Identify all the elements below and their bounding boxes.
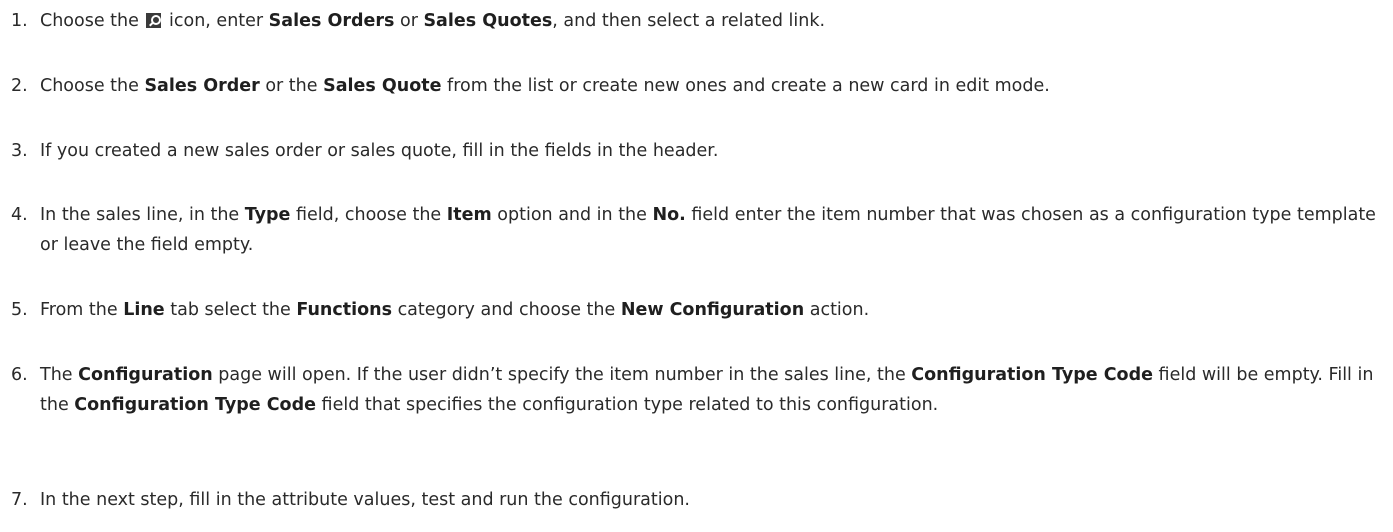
step-text: Choose the icon, enter Sales Orders or S…	[40, 11, 826, 31]
step-text: From the Line tab select the Functions c…	[40, 300, 870, 320]
step-text: In the sales line, in the Type field, ch…	[40, 205, 1376, 255]
step-1: 1. Choose the icon, enter Sales Orders o…	[0, 6, 1380, 36]
step-number: 7.	[11, 490, 28, 510]
step-text: If you created a new sales order or sale…	[40, 141, 719, 161]
search-icon	[146, 13, 162, 28]
step-number: 3.	[11, 141, 28, 161]
step-number: 1.	[11, 11, 28, 31]
step-text: The Configuration page will open. If the…	[40, 365, 1374, 415]
step-text: Choose the Sales Order or the Sales Quot…	[40, 76, 1050, 96]
step-7: 7. In the next step, fill in the attribu…	[0, 485, 1380, 515]
step-number: 6.	[11, 365, 28, 385]
step-number: 2.	[11, 76, 28, 96]
step-2: 2. Choose the Sales Order or the Sales Q…	[0, 71, 1380, 101]
step-4: 4. In the sales line, in the Type field,…	[0, 200, 1380, 260]
step-5: 5. From the Line tab select the Function…	[0, 295, 1380, 325]
step-6: 6. The Configuration page will open. If …	[0, 360, 1380, 420]
step-number: 5.	[11, 300, 28, 320]
step-number: 4.	[11, 205, 28, 225]
step-text: In the next step, fill in the attribute …	[40, 490, 690, 510]
step-3: 3. If you created a new sales order or s…	[0, 136, 1380, 166]
